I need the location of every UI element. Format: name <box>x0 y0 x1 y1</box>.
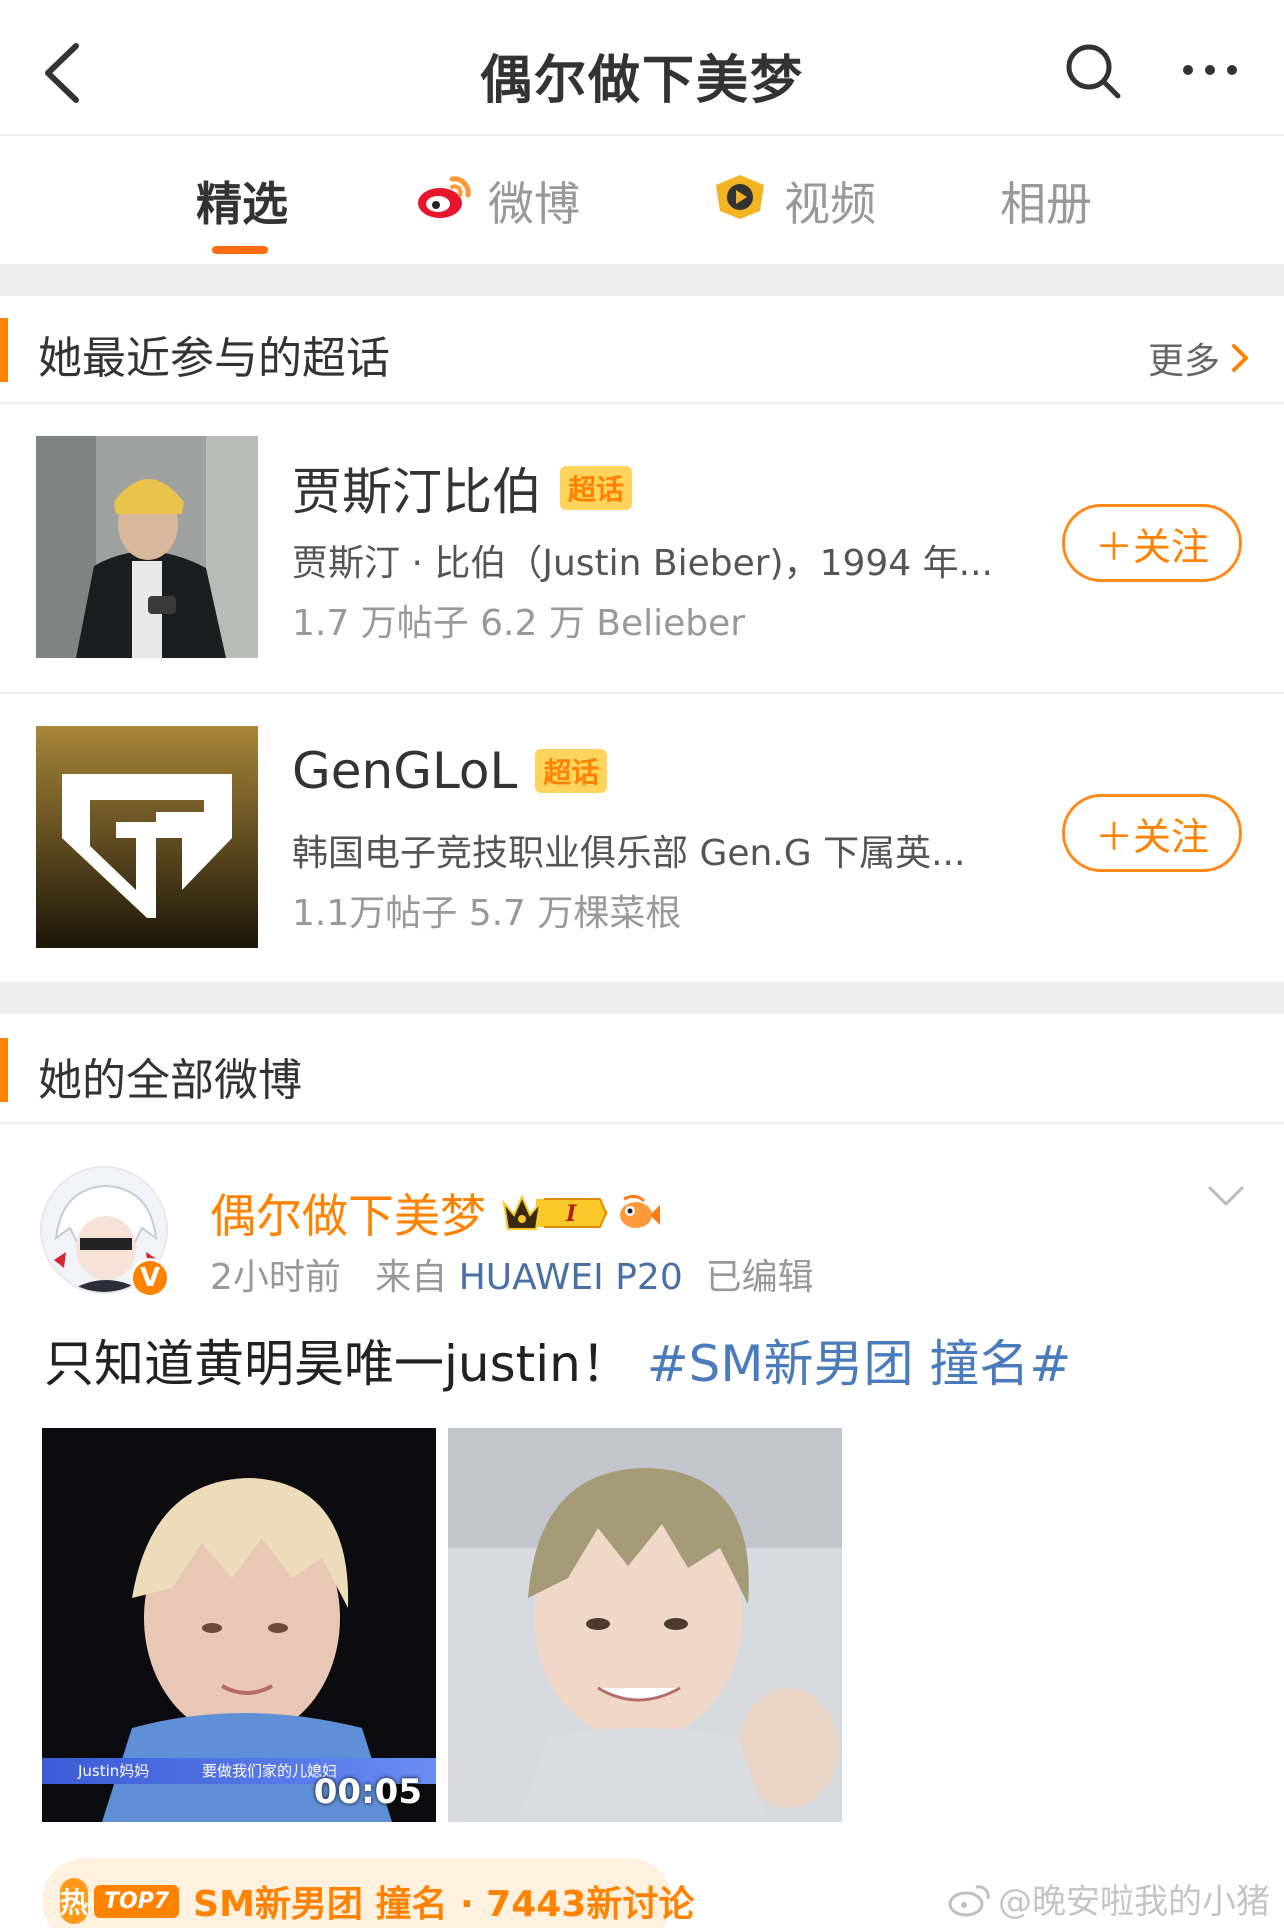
topic-description: 韩国电子竞技职业俱乐部 Gen.G 下属英... <box>292 833 966 874</box>
hashtag-link[interactable]: #SM新男团 撞名# <box>647 1335 1072 1393</box>
active-tab-indicator <box>212 246 268 254</box>
video-duration: 00:05 <box>313 1772 422 1812</box>
post-video-thumbnail[interactable]: Justin妈妈 要做我们家的儿媳妇 00:05 <box>42 1428 436 1822</box>
hot-flame-icon: 热 <box>60 1878 89 1924</box>
post-time: 2小时前 <box>210 1257 341 1298</box>
watermark-text: @晚安啦我的小猪 <box>998 1882 1270 1922</box>
hot-topic-text: SM新男团 撞名 · 7443新讨论 <box>193 1884 695 1925</box>
more-label: 更多 <box>1147 341 1220 382</box>
tab-label: 精选 <box>196 177 288 231</box>
rank-badge: TOP7 <box>94 1884 180 1918</box>
follow-button[interactable]: ＋关注 <box>1062 504 1242 582</box>
hot-topic-bar[interactable]: 热 TOP7 SM新男团 撞名 · 7443新讨论 <box>42 1858 694 1928</box>
weibo-icon <box>416 171 474 232</box>
super-topic-badge: 超话 <box>535 749 608 793</box>
section-divider <box>0 984 1284 1014</box>
chevron-down-icon[interactable] <box>1206 1182 1246 1212</box>
tab-album[interactable]: 相册 <box>1000 166 1092 236</box>
post-image[interactable] <box>448 1428 842 1822</box>
vip-crown-icon: I <box>500 1191 610 1235</box>
section-divider <box>0 264 1284 296</box>
weibo-logo-icon <box>948 1884 990 1916</box>
super-topics-header: 她最近参与的超话 更多 <box>0 296 1284 404</box>
profile-tabs: 精选 微博 视频 相册 <box>0 136 1284 264</box>
topic-stats: 1.1万帖子 5.7 万棵菜根 <box>292 893 682 934</box>
device-name[interactable]: HUAWEI P20 <box>459 1257 683 1298</box>
source-prefix: 来自 <box>375 1257 448 1298</box>
super-topic-row[interactable]: GenGLoL 超话 韩国电子竞技职业俱乐部 Gen.G 下属英... 1.1万… <box>0 694 1284 984</box>
topic-title: GenGLoL <box>292 742 518 800</box>
tab-video[interactable]: 视频 <box>710 166 876 236</box>
watermark: @晚安啦我的小猪 <box>948 1874 1270 1923</box>
topic-cover-image <box>36 436 258 658</box>
topic-cover-image <box>36 726 258 948</box>
section-accent-bar <box>0 318 8 382</box>
section-title: 她最近参与的超话 <box>38 333 390 384</box>
more-dots-icon[interactable] <box>1180 58 1240 82</box>
follow-button[interactable]: ＋关注 <box>1062 794 1242 872</box>
chevron-right-icon <box>1232 344 1248 372</box>
topic-title: 贾斯汀比伯 <box>292 463 542 521</box>
fish-emblem-icon <box>616 1193 660 1233</box>
level-label: I <box>565 1201 577 1227</box>
topic-stats: 1.7 万帖子 6.2 万 Belieber <box>292 603 746 644</box>
verified-badge-icon: V <box>130 1258 170 1298</box>
tab-label: 视频 <box>784 177 876 231</box>
top-nav-bar: 偶尔做下美梦 <box>0 0 1284 136</box>
topic-name: 贾斯汀比伯 超话 <box>292 452 633 524</box>
post-author[interactable]: 偶尔做下美梦 I <box>210 1180 660 1246</box>
tab-label: 相册 <box>1000 177 1092 231</box>
post-content: 只知道黄明昊唯一justin！ #SM新男团 撞名# <box>44 1324 1071 1396</box>
edited-label: 已编辑 <box>705 1257 814 1298</box>
post-meta: 2小时前 来自 HUAWEI P20 已编辑 <box>210 1248 814 1300</box>
topic-description: 贾斯汀 · 比伯（Justin Bieber)，1994 年... <box>292 543 993 584</box>
search-icon[interactable] <box>1062 40 1124 102</box>
section-accent-bar <box>0 1038 8 1102</box>
tab-featured[interactable]: 精选 <box>196 166 288 236</box>
all-posts-header: 她的全部微博 <box>0 1014 1284 1124</box>
username: 偶尔做下美梦 <box>210 1189 486 1243</box>
section-title: 她的全部微博 <box>38 1055 302 1106</box>
super-topic-row[interactable]: 贾斯汀比伯 超话 贾斯汀 · 比伯（Justin Bieber)，1994 年.… <box>0 404 1284 694</box>
super-topic-badge: 超话 <box>560 466 633 510</box>
tab-label: 微博 <box>488 177 580 231</box>
post-text-main: 只知道黄明昊唯一justin！ <box>44 1335 631 1393</box>
tab-weibo[interactable]: 微博 <box>416 166 580 236</box>
topic-name: GenGLoL 超话 <box>292 742 608 800</box>
video-caption-left: Justin妈妈 <box>78 1762 150 1780</box>
video-icon <box>710 171 770 232</box>
more-link[interactable]: 更多 <box>1148 332 1250 384</box>
